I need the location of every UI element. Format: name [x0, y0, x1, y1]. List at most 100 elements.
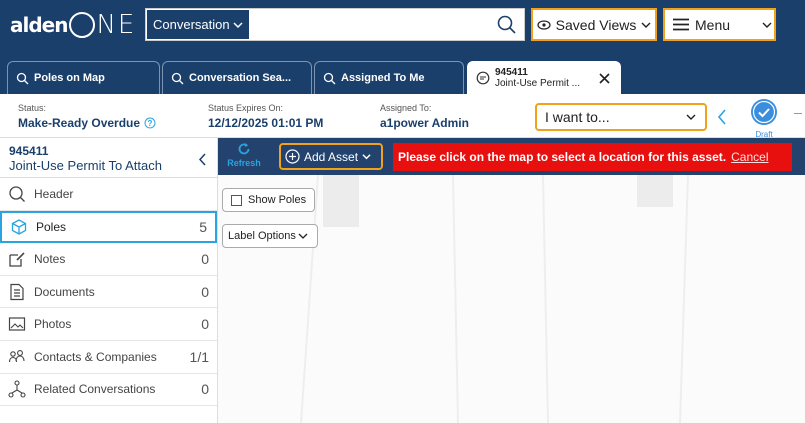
tab-label: Conversation Sea... — [189, 72, 292, 84]
i-want-to-label: I want to... — [545, 109, 610, 125]
sidebar-item-notes[interactable]: Notes 0 — [0, 243, 217, 276]
map-canvas[interactable] — [218, 138, 805, 423]
sidebar-item-label: Photos — [34, 317, 72, 332]
logo-o-circle — [69, 12, 96, 38]
tab-label: Joint-Use Permit ... — [495, 78, 581, 89]
chevron-down-icon — [641, 22, 651, 28]
status-value: Make-Ready Overdue — [18, 116, 141, 130]
sidebar-item-label: Documents — [34, 284, 95, 299]
status-expires-value: 12/12/2025 01:01 PM — [208, 116, 324, 130]
tab-assigned-to-me[interactable]: Assigned To Me — [314, 61, 464, 94]
sidebar-item-count: 1/1 — [189, 348, 209, 365]
hamburger-icon — [673, 18, 689, 31]
show-poles-toggle[interactable]: Show Poles — [222, 188, 315, 212]
plus-circle-icon — [285, 149, 300, 164]
search-icon — [323, 72, 336, 84]
document-icon — [10, 283, 24, 300]
main-menu-button[interactable]: Menu — [663, 8, 776, 41]
conversation-sidebar: 945411 Joint-Use Permit To Attach Header… — [0, 138, 218, 423]
menu-label: Menu — [695, 16, 731, 33]
label-options-label: Label Options — [228, 230, 296, 242]
sidebar-item-count: 5 — [199, 218, 207, 235]
eye-icon — [537, 19, 551, 30]
tab-strip: Poles on Map Conversation Sea... Assigne… — [0, 50, 805, 94]
chevron-down-icon — [362, 154, 371, 160]
tab-label: Assigned To Me — [341, 72, 425, 84]
sidebar-number: 945411 — [9, 144, 49, 158]
sidebar-item-count: 0 — [201, 381, 209, 398]
refresh-button[interactable]: Refresh — [226, 142, 262, 168]
chevron-down-icon — [298, 233, 308, 239]
step-connector — [794, 113, 802, 114]
i-want-to-dropdown[interactable]: I want to... — [535, 103, 707, 131]
logo-suffix: NE — [96, 10, 137, 40]
assigned-to-label: Assigned To: — [380, 103, 432, 113]
sidebar-item-count: 0 — [201, 250, 209, 267]
sidebar-item-count: 0 — [201, 316, 209, 333]
chevron-down-icon — [762, 22, 772, 28]
sidebar-item-photos[interactable]: Photos 0 — [0, 308, 217, 341]
edit-note-icon — [9, 252, 25, 267]
sidebar-item-contacts-companies[interactable]: Contacts & Companies 1/1 — [0, 341, 217, 374]
tab-joint-use-permit[interactable]: 945411 Joint-Use Permit ... — [467, 61, 621, 94]
sidebar-item-count: 0 — [201, 283, 209, 300]
sidebar-item-header[interactable]: Header — [0, 178, 217, 211]
saved-views-button[interactable]: Saved Views — [531, 8, 657, 41]
status-field: Status: Make-Ready Overdue ? — [18, 103, 156, 130]
chevron-down-icon — [686, 114, 696, 120]
status-expires-label: Status Expires On: — [208, 103, 284, 113]
show-poles-label: Show Poles — [248, 194, 307, 206]
sidebar-item-label: Contacts & Companies — [34, 349, 157, 364]
assigned-to-value: a1power Admin — [380, 116, 469, 130]
map-tiles — [300, 174, 689, 423]
location-alert-banner: Please click on the map to select a loca… — [393, 143, 792, 171]
cancel-link[interactable]: Cancel — [731, 150, 768, 164]
svg-text:?: ? — [148, 119, 153, 128]
global-search: Conversation — [145, 8, 525, 41]
tab-label: Poles on Map — [34, 72, 105, 84]
alert-text: Please click on the map to select a loca… — [398, 150, 727, 164]
sidebar-item-label: Header — [34, 186, 74, 201]
alden-one-logo[interactable]: alden NE — [10, 8, 136, 42]
sidebar-item-related-conversations[interactable]: Related Conversations 0 — [0, 374, 217, 407]
map-toolbar: Refresh Add Asset Please click on the ma… — [218, 138, 805, 175]
logo-text: alden — [10, 13, 68, 37]
draft-step[interactable]: Draft — [749, 98, 779, 139]
search-icon[interactable] — [496, 14, 518, 36]
status-expires-field: Status Expires On: 12/12/2025 01:01 PM — [208, 103, 323, 130]
help-icon[interactable]: ? — [144, 117, 156, 129]
sidebar-item-label: Related Conversations — [34, 382, 156, 397]
sidebar-item-label: Notes — [34, 251, 66, 266]
add-asset-button[interactable]: Add Asset — [279, 143, 383, 170]
sidebar-header: 945411 Joint-Use Permit To Attach — [0, 138, 217, 178]
conversation-icon — [476, 71, 490, 85]
assigned-to-field: Assigned To: a1power Admin — [380, 103, 469, 130]
tab-conversation-search[interactable]: Conversation Sea... — [162, 61, 312, 94]
cube-icon — [11, 219, 27, 235]
search-input[interactable] — [249, 9, 496, 40]
check-circle-icon — [751, 99, 777, 125]
label-options-dropdown[interactable]: Label Options — [222, 224, 318, 248]
refresh-label: Refresh — [227, 158, 261, 168]
status-label: Status: — [18, 103, 47, 113]
related-tree-icon — [8, 380, 26, 398]
add-asset-label: Add Asset — [304, 149, 359, 164]
show-poles-checkbox[interactable] — [231, 194, 242, 206]
search-icon — [171, 72, 184, 84]
photo-icon — [8, 317, 26, 331]
search-icon — [16, 72, 29, 84]
contacts-icon — [8, 349, 25, 362]
sidebar-item-documents[interactable]: Documents 0 — [0, 276, 217, 309]
chevron-left-icon[interactable] — [716, 109, 728, 125]
tab-poles-on-map[interactable]: Poles on Map — [7, 61, 160, 94]
sidebar-item-poles[interactable]: Poles 5 — [0, 210, 217, 244]
saved-views-label: Saved Views — [555, 16, 637, 33]
tab-number: 945411 — [495, 67, 528, 78]
search-type-label: Conversation — [153, 17, 230, 32]
chevron-down-icon — [233, 21, 243, 28]
close-icon[interactable] — [599, 72, 610, 84]
sidebar-item-label: Poles — [36, 219, 67, 234]
chevron-left-icon[interactable] — [198, 153, 207, 166]
search-type-dropdown[interactable]: Conversation — [146, 9, 250, 40]
refresh-icon — [238, 143, 250, 155]
